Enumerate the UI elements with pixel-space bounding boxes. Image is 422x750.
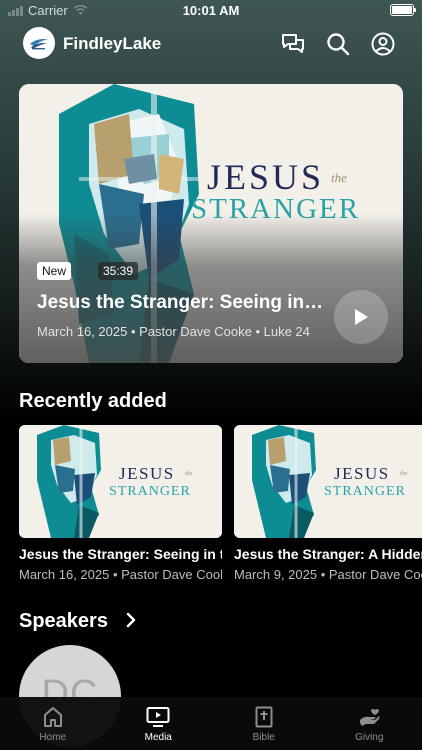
series-thumbnail-art: JESUS the STRANGER <box>234 425 422 538</box>
art-line-jesus: JESUS <box>207 157 324 197</box>
series-thumbnail-art: JESUS the STRANGER <box>19 425 222 538</box>
thumb-line-jesus: JESUS <box>334 464 390 483</box>
card-title: Jesus the Stranger: A Hidden Presence <box>234 546 422 562</box>
card-title: Jesus the Stranger: Seeing in the Dark <box>19 546 222 562</box>
chat-icon <box>282 34 304 53</box>
thumb-line-jesus: JESUS <box>119 464 175 483</box>
tab-label: Home <box>39 732 67 743</box>
home-icon <box>43 707 62 727</box>
recently-added-heading: Recently added <box>19 390 167 412</box>
speakers-heading[interactable]: Speakers <box>19 610 108 633</box>
app-header: FindleyLake <box>0 26 422 62</box>
duration-badge: 35:39 <box>98 262 139 280</box>
card-meta: March 16, 2025 • Pastor Dave Cooke <box>19 567 222 582</box>
giving-icon <box>360 709 380 726</box>
hero-title: Jesus the Stranger: Seeing in the Dark <box>37 292 327 313</box>
tab-media[interactable]: Media <box>106 697 212 750</box>
tab-giving[interactable]: Giving <box>317 697 422 750</box>
new-badge: New <box>37 262 72 280</box>
media-card[interactable]: JESUS the STRANGER Jesus the Stranger: S… <box>19 425 222 582</box>
search-button[interactable] <box>325 31 351 57</box>
logo-mark-icon <box>30 38 48 50</box>
bible-icon <box>255 706 273 728</box>
hero-meta: March 16, 2025 • Pastor Dave Cooke • Luk… <box>37 324 310 339</box>
art-line-the: the <box>331 170 347 185</box>
profile-button[interactable] <box>370 31 396 57</box>
thumb-line-the: the <box>185 471 193 477</box>
thumb-line-stranger: STRANGER <box>324 484 406 499</box>
app-title: FindleyLake <box>63 34 162 53</box>
media-icon <box>146 707 170 727</box>
play-button[interactable] <box>334 290 388 344</box>
tab-label: Bible <box>252 732 275 743</box>
tab-home[interactable]: Home <box>0 697 106 750</box>
tab-bible[interactable]: Bible <box>211 697 317 750</box>
play-icon <box>355 309 368 325</box>
tab-label: Media <box>144 732 172 743</box>
profile-icon <box>371 32 395 56</box>
church-logo[interactable] <box>23 27 55 59</box>
featured-sermon-card[interactable]: JESUS the STRANGER New 35:39 Jesus the S… <box>19 84 403 363</box>
tab-label: Giving <box>355 732 384 743</box>
thumb-line-stranger: STRANGER <box>109 484 191 499</box>
status-bar: Carrier 10:01 AM <box>0 0 422 22</box>
search-icon <box>327 33 350 56</box>
battery-icon <box>390 4 416 16</box>
status-time: 10:01 AM <box>182 3 240 18</box>
chat-button[interactable] <box>280 31 306 57</box>
thumb-line-the: the <box>400 471 408 477</box>
hero-overlay <box>19 213 403 363</box>
media-card[interactable]: JESUS the STRANGER Jesus the Stranger: A… <box>234 425 422 582</box>
recently-added-carousel[interactable]: JESUS the STRANGER Jesus the Stranger: S… <box>19 425 422 585</box>
card-thumbnail: JESUS the STRANGER <box>234 425 422 538</box>
card-thumbnail: JESUS the STRANGER <box>19 425 222 538</box>
bottom-tab-bar: Home Media Bible Giving <box>0 697 422 750</box>
card-meta: March 9, 2025 • Pastor Dave Cooke <box>234 567 422 582</box>
chevron-right-icon[interactable] <box>124 612 138 628</box>
